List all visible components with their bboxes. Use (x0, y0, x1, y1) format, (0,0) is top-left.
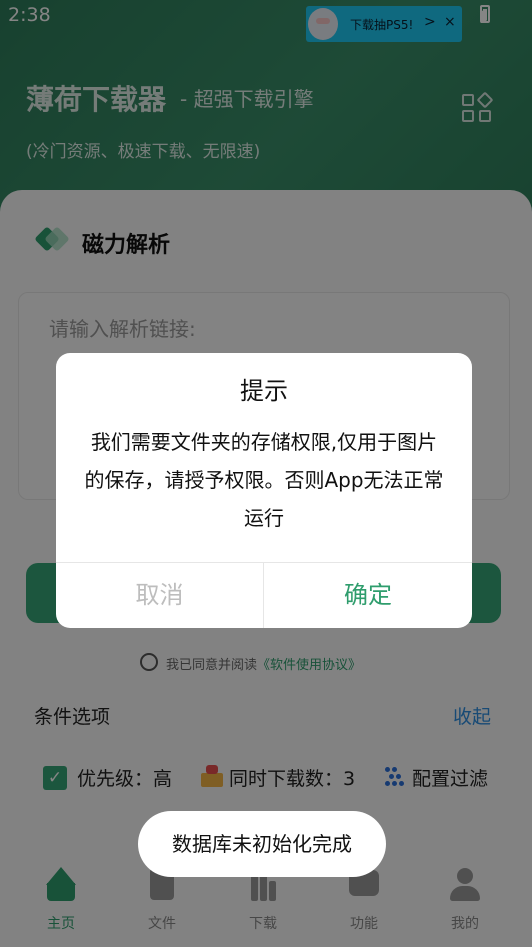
toast-message: 数据库未初始化完成 (138, 811, 386, 877)
cancel-button[interactable]: 取消 (56, 563, 263, 628)
dialog-message: 我们需要文件夹的存储权限,仅用于图片的保存，请授予权限。否则App无法正常运行 (84, 430, 444, 530)
permission-dialog: 提示 我们需要文件夹的存储权限,仅用于图片的保存，请授予权限。否则App无法正常… (56, 353, 472, 628)
dialog-title: 提示 (240, 377, 288, 405)
confirm-button[interactable]: 确定 (264, 563, 472, 628)
